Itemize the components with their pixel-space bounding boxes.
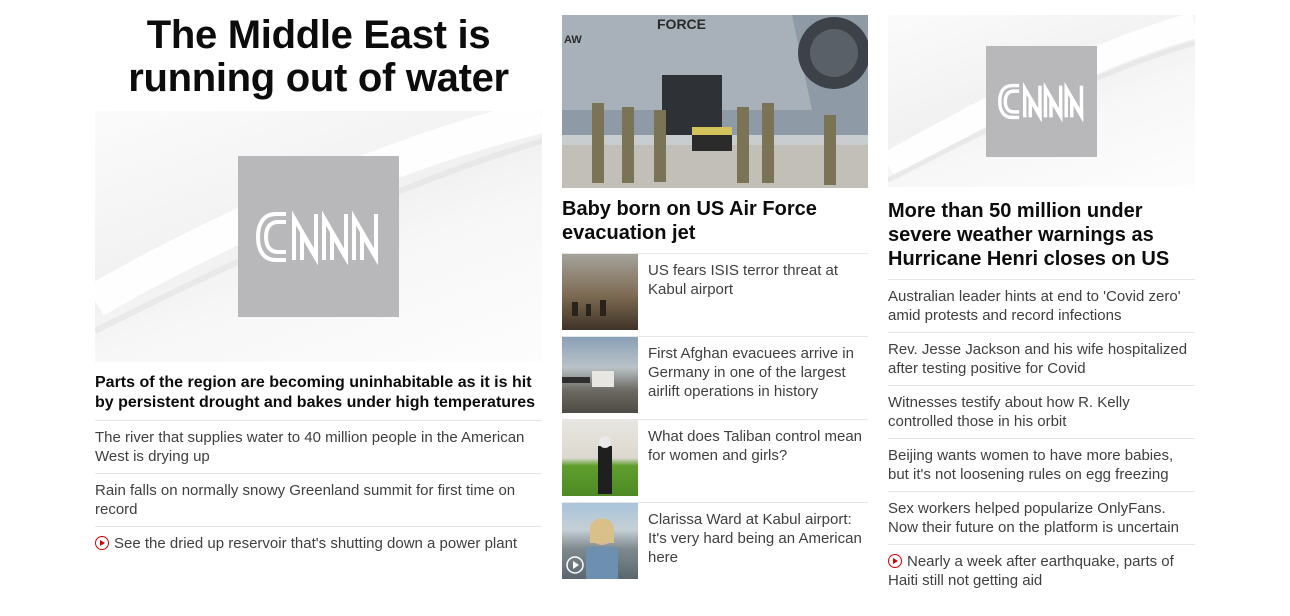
feature-image[interactable] [95, 111, 542, 362]
thumbnail-kabul-airport [562, 254, 638, 330]
left-column: The Middle East is running out of water [95, 0, 542, 560]
thumb-story-video[interactable]: Clarissa Ward at Kabul airport: It's ver… [562, 502, 868, 585]
feature-headline[interactable]: The Middle East is running out of water [95, 0, 542, 111]
play-video-icon [888, 554, 902, 568]
middle-column: FORCE AW Baby born on US Air Force evacu… [562, 0, 868, 585]
headline-link[interactable]: Rev. Jesse Jackson and his wife hospital… [888, 332, 1195, 385]
thumb-story[interactable]: First Afghan evacuees arrive in Germany … [562, 336, 868, 419]
thumb-story-text: What does Taliban control mean for women… [648, 428, 863, 464]
headline-link[interactable]: Beijing wants women to have more babies,… [888, 438, 1195, 491]
story-image[interactable] [888, 15, 1195, 187]
svg-text:AW: AW [564, 34, 582, 46]
thumb-story-text: Clarissa Ward at Kabul airport: It's ver… [648, 511, 862, 566]
aircraft-photo: FORCE AW [562, 15, 868, 188]
headline-link[interactable]: Sex workers helped popularize OnlyFans. … [888, 491, 1195, 544]
right-column: More than 50 million under severe weathe… [888, 0, 1195, 597]
play-video-icon [95, 536, 109, 550]
svg-text:FORCE: FORCE [657, 16, 706, 32]
headline-text: See the dried up reservoir that's shutti… [114, 535, 518, 552]
cnn-logo-icon [238, 156, 399, 317]
headline-link[interactable]: Witnesses testify about how R. Kelly con… [888, 385, 1195, 438]
thumb-story[interactable]: What does Taliban control mean for women… [562, 419, 868, 502]
headline-link[interactable]: Rain falls on normally snowy Greenland s… [95, 473, 542, 526]
thumb-story[interactable]: US fears ISIS terror threat at Kabul air… [562, 253, 868, 336]
thumbnail-women-girls [562, 420, 638, 496]
thumb-story-text: First Afghan evacuees arrive in Germany … [648, 345, 854, 400]
thumbnail-evacuees-germany [562, 337, 638, 413]
headline-link[interactable]: Australian leader hints at end to 'Covid… [888, 279, 1195, 332]
headline-text: Nearly a week after earthquake, parts of… [888, 553, 1174, 589]
feature-lead-text[interactable]: Parts of the region are becoming uninhab… [95, 362, 542, 420]
headline-link-video[interactable]: Nearly a week after earthquake, parts of… [888, 544, 1195, 597]
hero-headline[interactable]: Baby born on US Air Force evacuation jet [562, 188, 868, 253]
story-headline[interactable]: More than 50 million under severe weathe… [888, 187, 1195, 279]
headline-link[interactable]: The river that supplies water to 40 mill… [95, 420, 542, 473]
thumb-story-text: US fears ISIS terror threat at Kabul air… [648, 262, 839, 298]
thumbnail-clarissa-ward [562, 503, 638, 579]
headline-link-video[interactable]: See the dried up reservoir that's shutti… [95, 526, 542, 560]
hero-photo-air-force-jet[interactable]: FORCE AW [562, 15, 868, 188]
cnn-logo-icon [986, 46, 1097, 157]
